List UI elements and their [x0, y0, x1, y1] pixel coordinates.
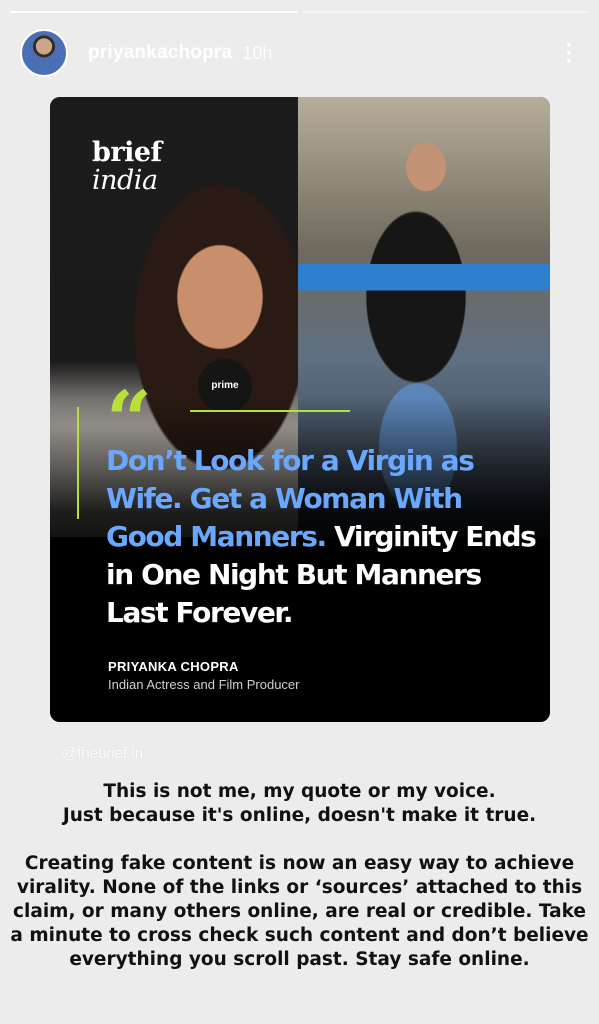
more-dots-icon [567, 43, 571, 47]
quote-card: prime brief india “ Don’t Look for a Vir… [50, 97, 550, 722]
quote-text: Don’t Look for a Virgin as Wife. Get a W… [106, 442, 537, 632]
brand-logo-line2: india [92, 165, 158, 196]
story-caption: This is not me, my quote or my voice. Ju… [8, 780, 591, 972]
speaker-role: Indian Actress and Film Producer [108, 677, 300, 692]
caption-paragraph: Creating fake content is now an easy way… [10, 853, 589, 970]
story-header: priyankachopra 10h [20, 28, 579, 78]
story-progress [10, 11, 589, 13]
caption-gap [8, 828, 591, 852]
progress-fill-1 [10, 11, 298, 13]
avatar[interactable] [20, 29, 68, 77]
progress-segment-2 [301, 11, 589, 13]
caption-line-1: This is not me, my quote or my voice. [103, 781, 496, 802]
caption-line-2: Just because it's online, doesn't make i… [62, 805, 537, 826]
username[interactable]: priyankachopra [88, 42, 232, 64]
speaker-name: PRIYANKA CHOPRA [108, 659, 239, 674]
post-time: 10h [242, 42, 273, 63]
more-dot [567, 51, 571, 55]
accent-line-vertical [77, 407, 79, 519]
more-options-button[interactable] [559, 38, 579, 68]
brand-logo-line1: brief [92, 137, 162, 168]
brand-logo: brief india [92, 139, 162, 195]
progress-segment-1 [10, 11, 298, 13]
more-dot [567, 59, 571, 63]
accent-line-horizontal [190, 410, 350, 412]
watermark: @thebrief.in [62, 745, 144, 762]
